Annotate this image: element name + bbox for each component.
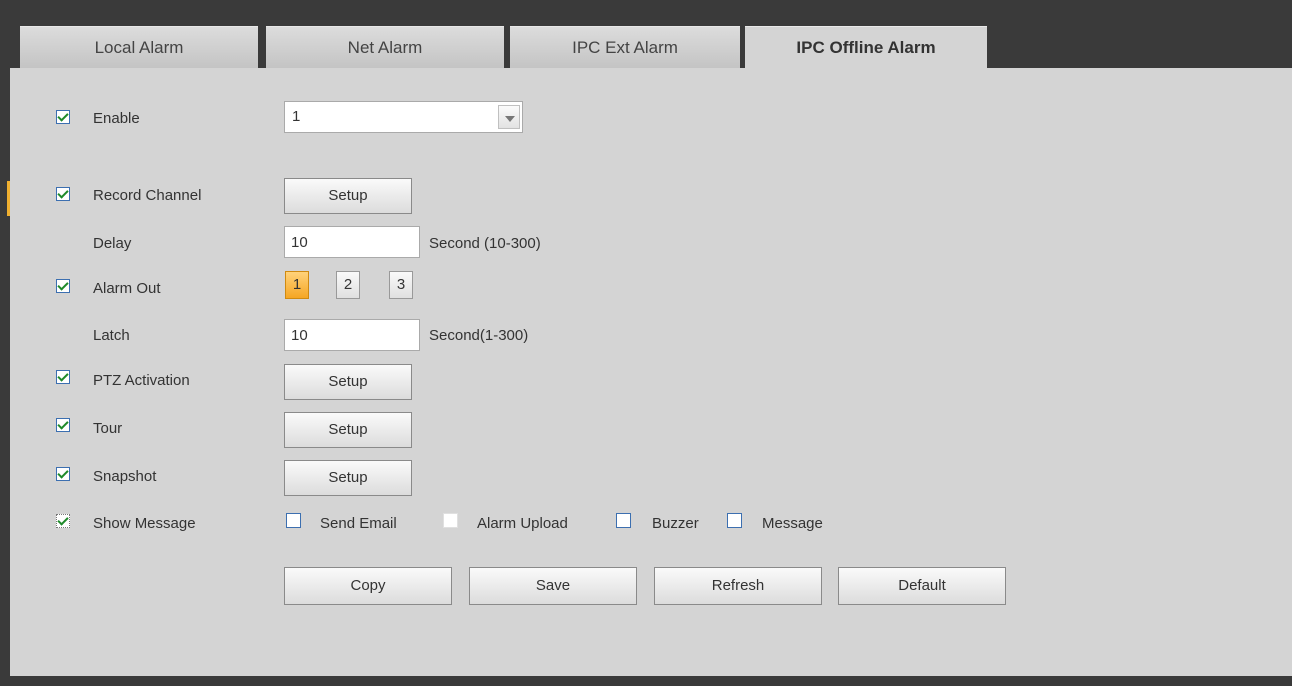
- snapshot-setup-button[interactable]: Setup: [284, 460, 412, 496]
- alarm-settings-panel: Local Alarm Net Alarm IPC Ext Alarm IPC …: [10, 10, 1292, 676]
- latch-input[interactable]: [284, 319, 420, 351]
- tab-net-alarm[interactable]: Net Alarm: [266, 26, 504, 68]
- tour-label: Tour: [93, 420, 123, 437]
- alarm-upload-checkbox[interactable]: [443, 513, 458, 528]
- tab-bar: Local Alarm Net Alarm IPC Ext Alarm IPC …: [10, 10, 1292, 68]
- show-message-label: Show Message: [93, 515, 196, 532]
- refresh-button[interactable]: Refresh: [654, 567, 822, 605]
- show-message-checkbox[interactable]: [56, 514, 70, 528]
- snapshot-checkbox[interactable]: [56, 467, 70, 481]
- channel-select[interactable]: 1: [284, 101, 523, 133]
- send-email-label: Send Email: [320, 515, 397, 532]
- default-button[interactable]: Default: [838, 567, 1006, 605]
- copy-button[interactable]: Copy: [284, 567, 452, 605]
- alarm-out-1[interactable]: 1: [285, 271, 309, 299]
- ptz-activation-setup-button[interactable]: Setup: [284, 364, 412, 400]
- record-channel-setup-button[interactable]: Setup: [284, 178, 412, 214]
- alarm-out-checkbox[interactable]: [56, 279, 70, 293]
- channel-value: 1: [292, 108, 301, 125]
- send-email-checkbox[interactable]: [286, 513, 301, 528]
- buzzer-label: Buzzer: [652, 515, 699, 532]
- alarm-out-label: Alarm Out: [93, 280, 161, 297]
- tab-ipc-offline-alarm[interactable]: IPC Offline Alarm: [745, 26, 987, 68]
- message-checkbox[interactable]: [727, 513, 742, 528]
- delay-unit: Second (10-300): [429, 235, 541, 252]
- enable-checkbox[interactable]: [56, 110, 70, 124]
- delay-label: Delay: [93, 235, 132, 252]
- latch-label: Latch: [93, 327, 130, 344]
- ptz-activation-label: PTZ Activation: [93, 372, 190, 389]
- chevron-down-icon: [505, 116, 515, 122]
- alarm-out-2[interactable]: 2: [336, 271, 360, 299]
- latch-unit: Second(1-300): [429, 327, 529, 344]
- tab-ipc-ext-alarm[interactable]: IPC Ext Alarm: [510, 26, 740, 68]
- save-button[interactable]: Save: [469, 567, 637, 605]
- buzzer-checkbox[interactable]: [616, 513, 631, 528]
- tab-local-alarm[interactable]: Local Alarm: [20, 26, 258, 68]
- delay-input[interactable]: [284, 226, 420, 258]
- snapshot-label: Snapshot: [93, 468, 157, 485]
- record-channel-checkbox[interactable]: [56, 187, 70, 201]
- alarm-out-3[interactable]: 3: [389, 271, 413, 299]
- record-channel-label: Record Channel: [93, 187, 202, 204]
- dropdown-button[interactable]: [498, 105, 520, 129]
- enable-label: Enable: [93, 110, 140, 127]
- message-label: Message: [762, 515, 823, 532]
- alarm-upload-label: Alarm Upload: [477, 515, 568, 532]
- tour-checkbox[interactable]: [56, 418, 70, 432]
- ptz-activation-checkbox[interactable]: [56, 370, 70, 384]
- tour-setup-button[interactable]: Setup: [284, 412, 412, 448]
